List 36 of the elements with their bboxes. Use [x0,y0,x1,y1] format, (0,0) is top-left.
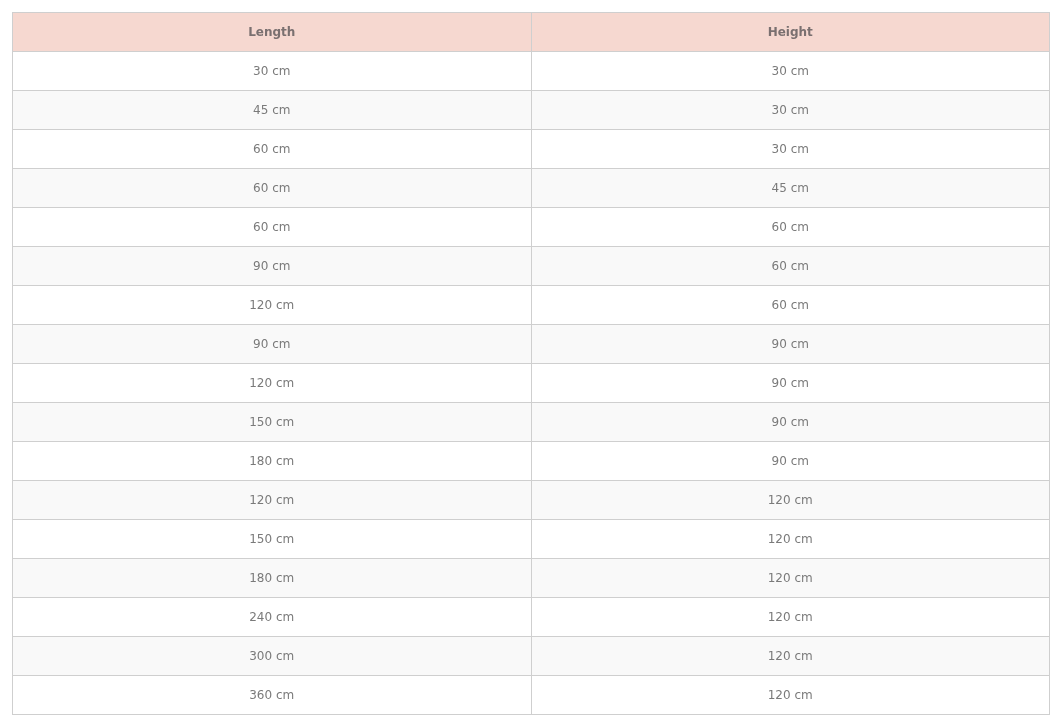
table-cell: 300 cm [12,636,531,676]
table-cell: 60 cm [12,129,531,169]
table-cell: 120 cm [12,480,531,520]
table-cell: 60 cm [531,246,1050,286]
table-cell: 150 cm [12,519,531,559]
table-cell: 180 cm [12,558,531,598]
table-cell: 120 cm [531,597,1050,637]
table-cell: 90 cm [531,441,1050,481]
table-cell: 180 cm [12,441,531,481]
table-cell: 120 cm [12,363,531,403]
table-cell: 30 cm [12,51,531,91]
table-cell: 150 cm [12,402,531,442]
table-cell: 90 cm [531,324,1050,364]
table-cell: 120 cm [531,480,1050,520]
table-cell: 90 cm [531,363,1050,403]
table-cell: 120 cm [531,675,1050,715]
table-cell: 60 cm [12,207,531,247]
table-cell: 90 cm [12,246,531,286]
table-cell: 30 cm [531,90,1050,130]
table-cell: 120 cm [531,519,1050,559]
table-cell: 45 cm [12,90,531,130]
table-cell: 240 cm [12,597,531,637]
table-cell: 120 cm [531,558,1050,598]
table-cell: 360 cm [12,675,531,715]
table-cell: 45 cm [531,168,1050,208]
table-cell: 90 cm [531,402,1050,442]
column-header: Length [12,12,531,52]
table-cell: 30 cm [531,129,1050,169]
table-cell: 120 cm [12,285,531,325]
table-cell: 90 cm [12,324,531,364]
table-cell: 30 cm [531,51,1050,91]
table-cell: 120 cm [531,636,1050,676]
table-cell: 60 cm [12,168,531,208]
table-cell: 60 cm [531,207,1050,247]
table-cell: 60 cm [531,285,1050,325]
column-header: Height [531,12,1050,52]
